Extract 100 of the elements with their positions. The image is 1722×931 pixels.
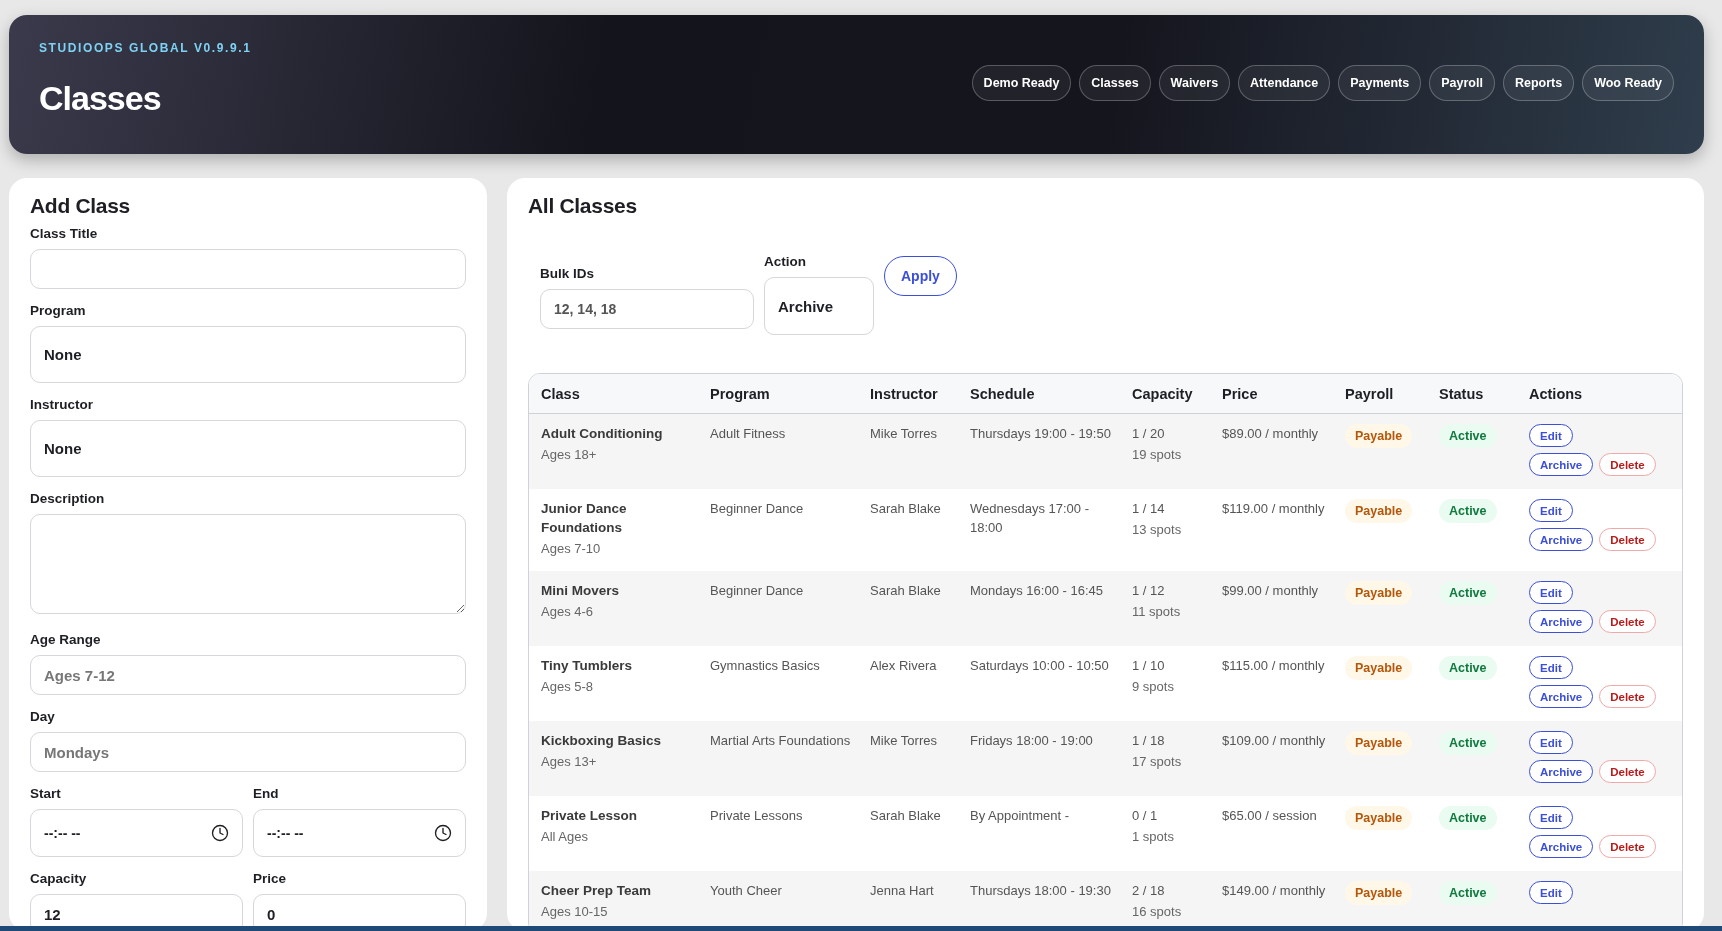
nav-link[interactable]: Reports bbox=[1502, 64, 1575, 101]
action-button[interactable]: Archive bbox=[1529, 835, 1594, 858]
table-cell-text: 1 / 10 bbox=[1132, 657, 1166, 675]
spots-left: 11 spots bbox=[1132, 603, 1182, 621]
action-button[interactable]: Edit bbox=[1529, 424, 1573, 447]
table-cell-text: 1 / 14 bbox=[1132, 500, 1166, 518]
action-button[interactable]: Edit bbox=[1529, 656, 1573, 679]
text-field[interactable]: Ages 7-12 bbox=[30, 655, 466, 695]
delete-button[interactable]: Delete bbox=[1599, 685, 1656, 708]
action-button[interactable]: Archive bbox=[1529, 685, 1594, 708]
field-label: Start bbox=[30, 786, 62, 801]
payroll-badge: Payable bbox=[1345, 731, 1413, 755]
table-cell-text: Adult Fitness bbox=[710, 425, 787, 443]
delete-button[interactable]: Delete bbox=[1599, 453, 1656, 476]
column-header: Instructor bbox=[870, 385, 939, 402]
table-cell-text: Gymnastics Basics bbox=[710, 657, 821, 675]
delete-button[interactable]: Delete bbox=[1599, 610, 1656, 633]
page-title: Classes bbox=[39, 79, 162, 118]
spots-left: 9 spots bbox=[1132, 678, 1175, 696]
field-label: Instructor bbox=[30, 397, 94, 412]
delete-button[interactable]: Delete bbox=[1599, 760, 1656, 783]
age-range: Ages 5-8 bbox=[541, 678, 595, 696]
select-field[interactable]: None bbox=[30, 420, 466, 477]
table-cell-text: Youth Cheer bbox=[710, 882, 783, 900]
clock-icon[interactable] bbox=[211, 824, 229, 842]
table-cell-text: $65.00 / session bbox=[1222, 807, 1318, 825]
nav-link[interactable]: Waivers bbox=[1158, 64, 1231, 101]
column-header: Payroll bbox=[1345, 385, 1395, 402]
table-cell-text: Thursdays 19:00 - 19:50 bbox=[970, 425, 1112, 443]
column-header: Actions bbox=[1529, 385, 1584, 402]
status-badge: Active bbox=[1439, 581, 1497, 605]
column-header: Status bbox=[1439, 385, 1485, 402]
field-label: Price bbox=[253, 871, 288, 886]
table-cell-text: Beginner Dance bbox=[710, 500, 805, 518]
class-name: Cheer Prep Team bbox=[541, 882, 653, 900]
textarea-field[interactable] bbox=[30, 514, 466, 614]
action-button[interactable]: Edit bbox=[1529, 499, 1573, 522]
payroll-badge: Payable bbox=[1345, 806, 1413, 830]
table-cell-text: Private Lessons bbox=[710, 807, 804, 825]
table-cell-text: $119.00 / monthly bbox=[1222, 500, 1326, 518]
bulk-ids-field[interactable]: 12, 14, 18 bbox=[540, 289, 754, 329]
brand-name: STUDIOOPS GLOBAL V0.9.9.1 bbox=[39, 41, 252, 55]
age-range: All Ages bbox=[541, 828, 589, 846]
delete-button[interactable]: Delete bbox=[1599, 835, 1656, 858]
column-header: Schedule bbox=[970, 385, 1036, 402]
clock-icon[interactable] bbox=[434, 824, 452, 842]
field-label: End bbox=[253, 786, 280, 801]
status-badge: Active bbox=[1439, 424, 1497, 448]
class-name: Adult Conditioning bbox=[541, 425, 664, 443]
nav-link[interactable]: Classes bbox=[1079, 64, 1151, 101]
table-cell-text: 1 / 20 bbox=[1132, 425, 1166, 443]
table-cell-text: Alex Rivera bbox=[870, 657, 938, 675]
text-field[interactable]: Mondays bbox=[30, 732, 466, 772]
action-button[interactable]: Archive bbox=[1529, 453, 1594, 476]
spots-left: 16 spots bbox=[1132, 903, 1183, 921]
field-label: Description bbox=[30, 491, 106, 506]
action-button[interactable]: Edit bbox=[1529, 731, 1573, 754]
field-label: Program bbox=[30, 303, 87, 318]
class-name: Kickboxing Basics bbox=[541, 732, 663, 750]
table-cell-text: Thursdays 18:00 - 19:30 bbox=[970, 882, 1112, 900]
payroll-badge: Payable bbox=[1345, 881, 1413, 905]
nav-link[interactable]: Woo Ready bbox=[1582, 64, 1674, 101]
nav-link[interactable]: Attendance bbox=[1238, 64, 1331, 101]
table-cell-text: 0 / 1 bbox=[1132, 807, 1159, 825]
action-button[interactable]: Archive bbox=[1529, 528, 1594, 551]
field-label: Age Range bbox=[30, 632, 102, 647]
nav-link[interactable]: Demo Ready bbox=[971, 64, 1072, 101]
age-range: Ages 18+ bbox=[541, 446, 598, 464]
table-cell-text: $109.00 / monthly bbox=[1222, 732, 1327, 750]
class-name: Private Lesson bbox=[541, 807, 639, 825]
nav-link[interactable]: Payments bbox=[1338, 64, 1422, 101]
action-select[interactable]: Archive bbox=[764, 277, 874, 335]
table-cell-text: Sarah Blake bbox=[870, 500, 942, 518]
time-field[interactable]: --:-- -- bbox=[30, 809, 243, 857]
column-header: Class bbox=[541, 385, 581, 402]
table-cell-text: 2 / 18 bbox=[1132, 882, 1166, 900]
select-field[interactable]: None bbox=[30, 326, 466, 383]
table-cell-text: Fridays 18:00 - 19:00 bbox=[970, 732, 1094, 750]
text-field[interactable] bbox=[30, 249, 466, 289]
card-title: Add Class bbox=[30, 194, 131, 218]
action-button[interactable]: Edit bbox=[1529, 581, 1573, 604]
status-badge: Active bbox=[1439, 499, 1497, 523]
nav-link[interactable]: Payroll bbox=[1429, 64, 1495, 101]
table-cell-text: $115.00 / monthly bbox=[1222, 657, 1326, 675]
payroll-badge: Payable bbox=[1345, 499, 1413, 523]
delete-button[interactable]: Delete bbox=[1599, 528, 1656, 551]
class-name: Mini Movers bbox=[541, 582, 620, 600]
action-button[interactable]: Archive bbox=[1529, 760, 1594, 783]
action-button[interactable]: Archive bbox=[1529, 610, 1594, 633]
action-button[interactable]: Edit bbox=[1529, 881, 1573, 904]
apply-button[interactable]: Apply bbox=[884, 256, 957, 296]
table-cell-text: Sarah Blake bbox=[870, 807, 942, 825]
action-button[interactable]: Edit bbox=[1529, 806, 1573, 829]
table-cell-text: By Appointment - bbox=[970, 807, 1070, 825]
table-cell-text: 1 / 12 bbox=[1132, 582, 1166, 600]
payroll-badge: Payable bbox=[1345, 424, 1413, 448]
time-field[interactable]: --:-- -- bbox=[253, 809, 466, 857]
spots-left: 1 spots bbox=[1132, 828, 1175, 846]
table-cell-text: Mondays 16:00 - 16:45 bbox=[970, 582, 1104, 600]
field-label: Capacity bbox=[30, 871, 88, 886]
